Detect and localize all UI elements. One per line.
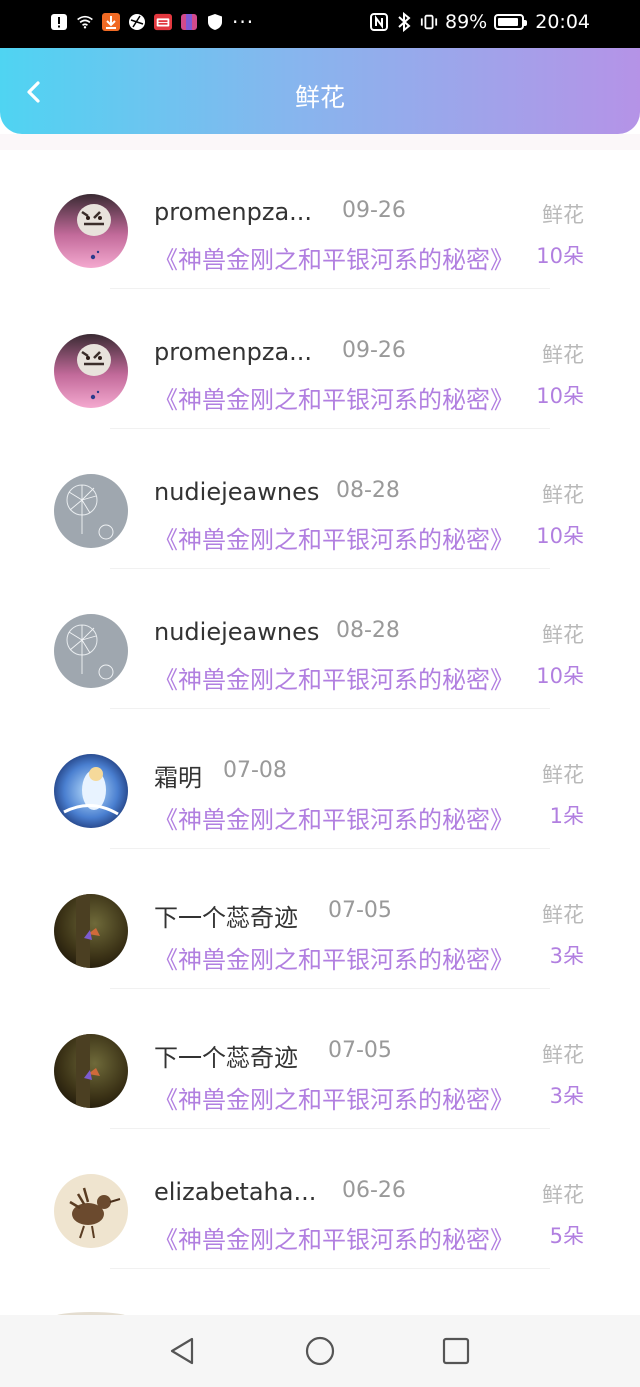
- book-title[interactable]: 《神兽金刚之和平银河系的秘密》: [154, 940, 520, 975]
- flower-count: 3朵: [549, 1084, 584, 1108]
- book-title[interactable]: 《神兽金刚之和平银河系的秘密》: [154, 240, 520, 275]
- divider: [110, 1268, 550, 1269]
- book-title[interactable]: 《神兽金刚之和平银河系的秘密》: [154, 1220, 520, 1255]
- gift-type: 鲜花: [542, 763, 584, 787]
- gift-type: 鲜花: [542, 1043, 584, 1067]
- avatar[interactable]: [54, 194, 128, 268]
- vibrate-icon: [420, 12, 438, 32]
- sender-name[interactable]: 霜明: [154, 758, 202, 793]
- list-item[interactable]: 下一个蕊奇迹 07-05 鲜花 《神兽金刚之和平银河系的秘密》 3朵: [0, 850, 640, 990]
- list-item[interactable]: 下一个蕊奇迹 07-05 鲜花 《神兽金刚之和平银河系的秘密》 3朵: [0, 990, 640, 1130]
- avatar[interactable]: [54, 754, 128, 828]
- sender-name[interactable]: promenpza...: [154, 198, 312, 226]
- divider: [110, 1128, 550, 1129]
- list-item[interactable]: promenpza... 09-26 鲜花 《神兽金刚之和平银河系的秘密》 10朵: [0, 290, 640, 430]
- avatar[interactable]: [54, 1034, 128, 1108]
- gift-type: 鲜花: [542, 623, 584, 647]
- divider: [110, 708, 550, 709]
- divider: [110, 848, 550, 849]
- flower-count: 5朵: [549, 1224, 584, 1248]
- back-triangle-icon[interactable]: [166, 1335, 198, 1367]
- divider: [110, 288, 550, 289]
- home-circle-icon[interactable]: [304, 1335, 336, 1367]
- gift-type: 鲜花: [542, 343, 584, 367]
- avatar[interactable]: [54, 1174, 128, 1248]
- alert-icon: [50, 12, 68, 32]
- avatar[interactable]: [54, 334, 128, 408]
- battery-level: [498, 18, 519, 26]
- divider: [110, 428, 550, 429]
- divider: [110, 568, 550, 569]
- flower-count: 3朵: [549, 944, 584, 968]
- send-date: 07-05: [328, 898, 392, 923]
- flower-count: 10朵: [536, 384, 584, 408]
- sender-name[interactable]: elizabetaha...: [154, 1178, 316, 1206]
- book-title[interactable]: 《神兽金刚之和平银河系的秘密》: [154, 520, 520, 555]
- sender-name[interactable]: nudiejeawnes: [154, 478, 319, 506]
- flower-count: 10朵: [536, 244, 584, 268]
- send-date: 08-28: [336, 618, 400, 643]
- send-date: 06-26: [342, 1178, 406, 1203]
- header-bar: 鲜花: [0, 48, 640, 134]
- sender-name[interactable]: nudiejeawnes: [154, 618, 319, 646]
- header-divider: [0, 134, 640, 150]
- list-item[interactable]: 霜明 07-08 鲜花 《神兽金刚之和平银河系的秘密》 1朵: [0, 710, 640, 850]
- bluetooth-icon: [395, 12, 413, 32]
- flower-count: 10朵: [536, 524, 584, 548]
- avatar[interactable]: [54, 894, 128, 968]
- clock: 20:04: [535, 11, 590, 33]
- app-icon: [180, 12, 198, 32]
- avatar[interactable]: [54, 614, 128, 688]
- battery-icon: [494, 14, 528, 30]
- flower-record-list: promenpza... 09-26 鲜花 《神兽金刚之和平银河系的秘密》 10朵 pro…: [0, 150, 640, 1270]
- nfc-icon: [370, 12, 388, 32]
- send-date: 09-26: [342, 198, 406, 223]
- gift-type: 鲜花: [542, 483, 584, 507]
- flower-count: 10朵: [536, 664, 584, 688]
- sender-name[interactable]: 下一个蕊奇迹: [154, 1038, 298, 1073]
- status-bar: ··· 89% 20:04: [0, 0, 640, 48]
- book-title[interactable]: 《神兽金刚之和平银河系的秘密》: [154, 1080, 520, 1115]
- send-date: 07-05: [328, 1038, 392, 1063]
- book-title[interactable]: 《神兽金刚之和平银河系的秘密》: [154, 660, 520, 695]
- book-title[interactable]: 《神兽金刚之和平银河系的秘密》: [154, 800, 520, 835]
- gift-type: 鲜花: [542, 903, 584, 927]
- system-nav-bar: [0, 1315, 640, 1387]
- list-item[interactable]: promenpza... 09-26 鲜花 《神兽金刚之和平银河系的秘密》 10朵: [0, 150, 640, 290]
- recents-square-icon[interactable]: [440, 1335, 472, 1367]
- sender-name[interactable]: promenpza...: [154, 338, 312, 366]
- gift-type: 鲜花: [542, 203, 584, 227]
- book-title[interactable]: 《神兽金刚之和平银河系的秘密》: [154, 380, 520, 415]
- status-icons-right: 89% 20:04: [370, 11, 590, 33]
- list-item[interactable]: nudiejeawnes 08-28 鲜花 《神兽金刚之和平银河系的秘密》 10朵: [0, 570, 640, 710]
- list-item[interactable]: nudiejeawnes 08-28 鲜花 《神兽金刚之和平银河系的秘密》 10朵: [0, 430, 640, 570]
- flower-count: 1朵: [549, 804, 584, 828]
- send-date: 09-26: [342, 338, 406, 363]
- battery-percent: 89%: [445, 11, 488, 33]
- status-icons-left: ···: [50, 12, 254, 32]
- avatar[interactable]: [54, 474, 128, 548]
- sender-name[interactable]: 下一个蕊奇迹: [154, 898, 298, 933]
- gift-type: 鲜花: [542, 1183, 584, 1207]
- page-title: 鲜花: [294, 83, 345, 112]
- shield-icon: [206, 12, 224, 32]
- send-date: 08-28: [336, 478, 400, 503]
- wifi-icon: [76, 12, 94, 32]
- app-icon: [128, 12, 146, 32]
- send-date: 07-08: [223, 758, 287, 783]
- download-icon: [102, 12, 120, 32]
- app-icon: [154, 12, 172, 32]
- divider: [110, 988, 550, 989]
- more-icon: ···: [232, 10, 255, 34]
- list-item[interactable]: elizabetaha... 06-26 鲜花 《神兽金刚之和平银河系的秘密》 5朵: [0, 1130, 640, 1270]
